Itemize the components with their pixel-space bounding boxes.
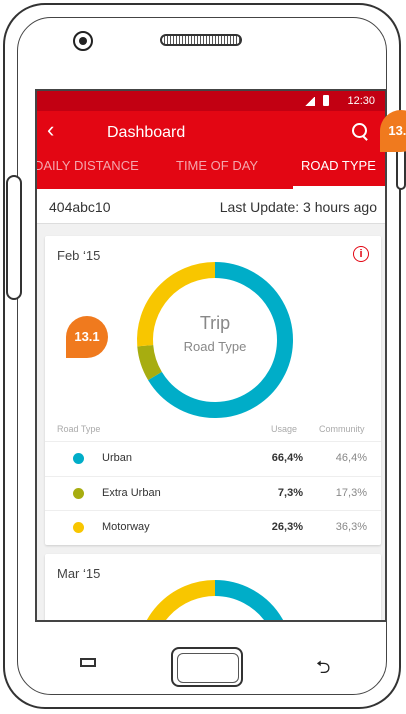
legend-usage: 7,3% [277,487,303,499]
card-period: Mar ‘15 [57,566,101,581]
search-icon[interactable] [352,123,367,138]
legend-dot-icon [73,488,84,499]
donut-segment-motorway [137,262,216,347]
legend-dot-icon [73,522,84,533]
legend-row-motorway: Motorway 26,3% 36,3% [45,510,381,545]
back-arrow-icon[interactable]: ‹ [47,118,54,142]
legend-dot-icon [73,453,84,464]
legend-usage: 66,4% [271,452,303,464]
tab-road-type[interactable]: ROAD TYPE [301,158,376,173]
signal-icon [305,97,315,106]
menu-key-icon[interactable] [80,658,96,667]
legend-header-road-type: Road Type [57,424,101,434]
road-type-card-feb: Feb ‘15 i Trip Road Type Road Type Usage… [45,236,381,545]
back-key-icon[interactable]: ⮌ [316,655,330,685]
camera-icon [73,31,93,51]
legend-usage: 26,3% [271,521,303,533]
card-period: Feb ‘15 [57,248,101,263]
road-type-card-mar: Mar ‘15 [45,554,381,620]
battery-icon [323,95,329,106]
legend-row-extra-urban: Extra Urban 7,3% 17,3% [45,476,381,511]
annotation-marker: 13.1 [66,316,108,358]
last-update-text: Last Update: 3 hours ago [219,199,377,215]
legend-name: Extra Urban [102,487,161,499]
speaker-grille [160,34,242,46]
home-button[interactable] [171,647,243,687]
app-bar: ‹ Dashboard [37,111,385,151]
road-type-donut-chart-partial [146,580,284,620]
tab-daily-distance[interactable]: DAILY DISTANCE [37,158,139,173]
legend-community: 46,4% [335,452,367,464]
legend-row-urban: Urban 66,4% 46,4% [45,441,381,476]
vehicle-id: 404abc10 [49,199,111,215]
tab-bar: DAILY DISTANCE TIME OF DAY ROAD TYPE [37,151,385,189]
legend-header-usage: Usage [271,424,298,434]
legend-community: 36,3% [335,521,367,533]
legend-name: Urban [102,452,132,464]
chart-center-title: Trip [199,313,231,333]
donut-segment-motorway [146,580,216,620]
legend-name: Motorway [102,521,150,533]
info-icon[interactable]: i [353,246,369,262]
volume-button [6,175,22,300]
vehicle-info-bar: 404abc10 Last Update: 3 hours ago [37,189,385,224]
tab-time-of-day[interactable]: TIME OF DAY [176,158,258,173]
chart-center-subtitle: Road Type [183,339,247,354]
legend-community: 17,3% [335,487,367,499]
page-title: Dashboard [107,124,186,141]
legend-header-community: Community [319,424,365,434]
status-time: 12:30 [347,95,375,107]
status-bar: 12:30 [37,91,385,111]
